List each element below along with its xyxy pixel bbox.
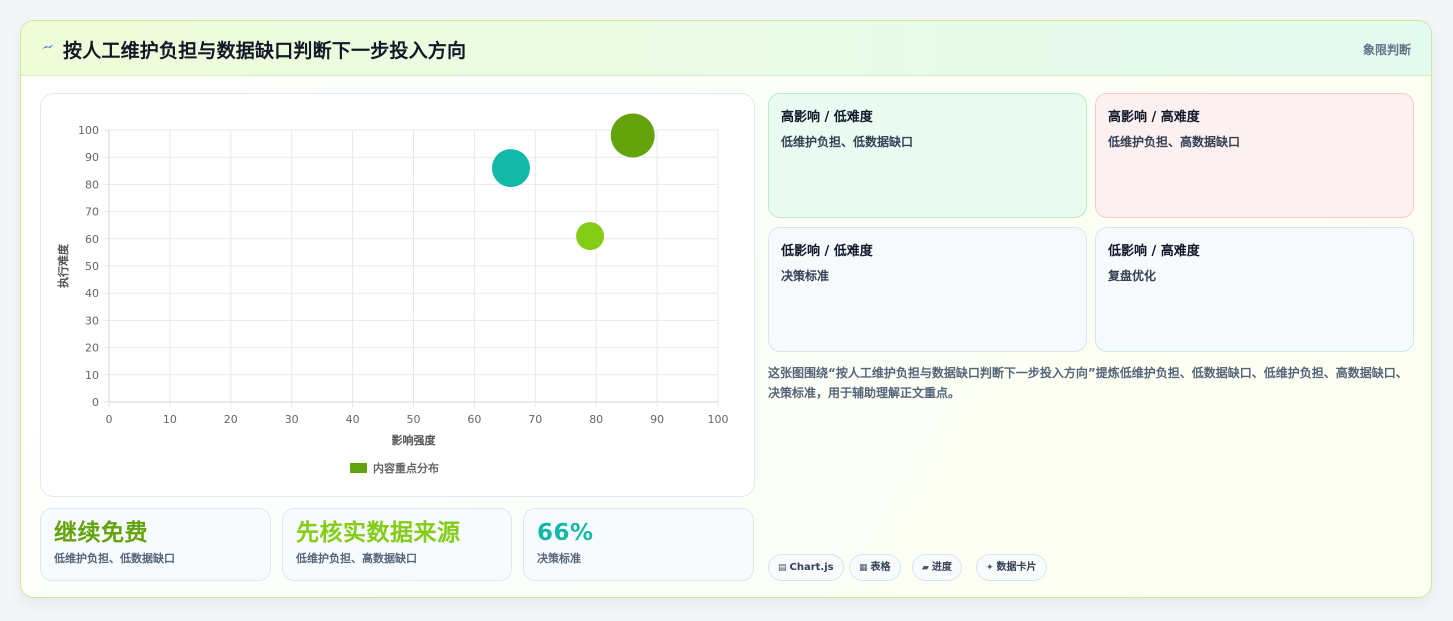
progress-icon: ▰ <box>922 563 929 573</box>
y-tick-label: 10 <box>85 369 99 382</box>
y-axis-title: 执行难度 <box>56 243 70 288</box>
legend-label: 内容重点分布 <box>373 461 439 475</box>
x-tick-label: 70 <box>528 413 542 426</box>
bubble-chart: 0 10 20 30 40 50 60 70 80 90 100 0 10 20 30 40 50 60 70 80 9… <box>56 113 729 475</box>
x-tick-label: 80 <box>589 413 603 426</box>
quadrant-low-impact-low-difficulty: 低影响 / 低难度 决策标准 <box>768 227 1087 352</box>
chart-description: 这张图围绕“按人工维护负担与数据缺口判断下一步投入方向”提炼低维护负担、低数据缺… <box>768 366 1408 400</box>
y-tick-label: 60 <box>85 233 99 246</box>
metric-card: 先核实数据来源 低维护负担、高数据缺口 <box>282 508 512 581</box>
bubble-chart-panel: 0 10 20 30 40 50 60 70 80 90 100 0 10 20 30 40 50 60 70 80 9… <box>40 93 755 497</box>
x-tick-label: 10 <box>163 413 177 426</box>
y-tick-label: 80 <box>85 178 99 191</box>
x-tick-label: 0 <box>106 413 113 426</box>
chip-progress[interactable]: ▰ 进度 <box>912 554 962 581</box>
chip-label: Chart.js <box>789 562 834 573</box>
x-tick-label: 20 <box>224 413 238 426</box>
metric-caption: 决策标准 <box>537 552 581 565</box>
quadrant-body: 低维护负担、低数据缺口 <box>781 135 914 149</box>
chip-label: 表格 <box>870 562 891 573</box>
quadrant-body: 低维护负担、高数据缺口 <box>1108 135 1241 149</box>
chart-icon: ▤ <box>778 563 787 573</box>
header-tag[interactable]: 象限判断 <box>1363 41 1411 58</box>
y-tick-label: 50 <box>85 260 99 273</box>
quadrant-high-impact-low-difficulty: 高影响 / 低难度 低维护负担、低数据缺口 <box>768 93 1087 218</box>
x-axis-title: 影响强度 <box>392 433 437 447</box>
insight-card: 按人工维护负担与数据缺口判断下一步投入方向 象限判断 0 10 20 30 40 50 60… <box>20 20 1432 598</box>
y-tick-label: 30 <box>85 314 99 327</box>
quadrant-low-impact-high-difficulty: 低影响 / 高难度 复盘优化 <box>1095 227 1414 352</box>
y-tick-label: 70 <box>85 206 99 219</box>
metric-caption: 低维护负担、低数据缺口 <box>54 552 175 565</box>
data-bubble <box>491 149 530 188</box>
quadrant-title: 高影响 / 高难度 <box>1108 110 1200 125</box>
metric-card: 继续免费 低维护负担、低数据缺口 <box>40 508 271 581</box>
quadrant-high-impact-high-difficulty: 高影响 / 高难度 低维护负担、高数据缺口 <box>1095 93 1414 218</box>
card-header: 按人工维护负担与数据缺口判断下一步投入方向 象限判断 <box>21 21 1431 76</box>
y-tick-label: 90 <box>85 151 99 164</box>
metric-card: 66% 决策标准 <box>523 508 754 581</box>
metric-caption: 低维护负担、高数据缺口 <box>296 552 417 565</box>
y-tick-label: 100 <box>78 124 99 137</box>
x-tick-label: 40 <box>346 413 360 426</box>
y-tick-label: 0 <box>92 396 99 409</box>
x-tick-label: 30 <box>285 413 299 426</box>
sparkle-icon: ✦ <box>986 563 994 573</box>
bolt-icon <box>42 44 54 49</box>
data-bubble <box>576 222 605 251</box>
legend-swatch <box>350 463 367 473</box>
chip-chartjs[interactable]: ▤ Chart.js <box>768 554 844 581</box>
y-tick-label: 20 <box>85 342 99 355</box>
metric-value: 继续免费 <box>54 520 148 546</box>
quadrant-title: 高影响 / 低难度 <box>781 110 873 125</box>
x-tick-label: 60 <box>467 413 481 426</box>
x-tick-label: 100 <box>708 413 729 426</box>
quadrant-title: 低影响 / 低难度 <box>781 244 873 259</box>
chip-data-card[interactable]: ✦ 数据卡片 <box>976 554 1047 581</box>
metric-value: 先核实数据来源 <box>296 520 461 546</box>
table-icon: ▦ <box>859 563 868 573</box>
x-tick-label: 90 <box>650 413 664 426</box>
chip-label: 进度 <box>931 562 952 573</box>
quadrant-body: 复盘优化 <box>1108 269 1157 283</box>
quadrant-title: 低影响 / 高难度 <box>1108 244 1200 259</box>
y-tick-label: 40 <box>85 287 99 300</box>
page-title: 按人工维护负担与数据缺口判断下一步投入方向 <box>63 40 467 62</box>
x-tick-label: 50 <box>407 413 421 426</box>
quadrant-body: 决策标准 <box>781 269 830 283</box>
data-bubble <box>610 113 655 158</box>
chip-table[interactable]: ▦ 表格 <box>849 554 901 581</box>
chip-label: 数据卡片 <box>996 562 1037 573</box>
metric-value: 66% <box>537 520 594 546</box>
